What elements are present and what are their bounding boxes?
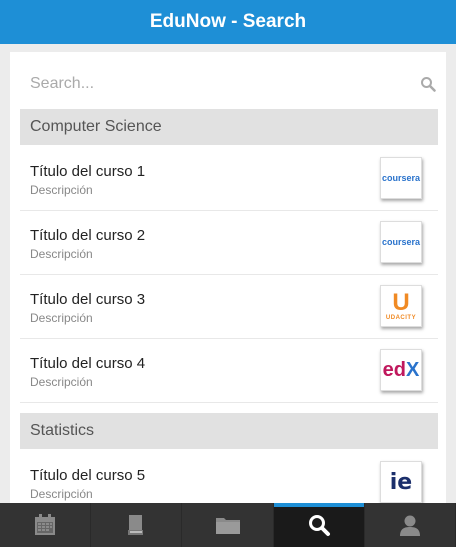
section-header-computer-science: Computer Science bbox=[20, 109, 438, 145]
list-item[interactable]: Título del curso 2 Descripción coursera bbox=[20, 211, 438, 275]
title-bar: EduNow - Search bbox=[0, 0, 456, 44]
tab-folders[interactable] bbox=[182, 503, 274, 547]
ie-logo: ie bbox=[380, 461, 422, 503]
search-input[interactable] bbox=[20, 66, 436, 102]
bottom-tab-bar bbox=[0, 503, 456, 547]
results-panel: Computer Science Título del curso 1 Desc… bbox=[10, 52, 446, 503]
course-description: Descripción bbox=[30, 487, 93, 501]
list-item[interactable]: Título del curso 3 Descripción U UDACITY bbox=[20, 275, 438, 339]
course-title: Título del curso 5 bbox=[30, 467, 146, 484]
list-item[interactable]: Título del curso 5 Descripción ie bbox=[20, 451, 438, 503]
main-content[interactable]: Computer Science Título del curso 1 Desc… bbox=[0, 44, 456, 503]
list-item[interactable]: Título del curso 4 Descripción edX bbox=[20, 339, 438, 403]
coursera-logo: coursera bbox=[380, 157, 422, 199]
search-icon[interactable] bbox=[420, 76, 436, 92]
course-description: Descripción bbox=[30, 311, 93, 325]
course-description: Descripción bbox=[30, 247, 93, 261]
course-title: Título del curso 4 bbox=[30, 355, 146, 372]
coursera-logo: coursera bbox=[380, 221, 422, 263]
course-title: Título del curso 1 bbox=[30, 163, 146, 180]
tab-search[interactable] bbox=[273, 503, 365, 547]
section-label: Computer Science bbox=[30, 118, 162, 135]
search-icon bbox=[308, 515, 330, 536]
course-description: Descripción bbox=[30, 375, 93, 389]
course-title: Título del curso 3 bbox=[30, 291, 146, 308]
tab-courses[interactable] bbox=[91, 503, 183, 547]
course-title: Título del curso 2 bbox=[30, 227, 146, 244]
tab-profile[interactable] bbox=[365, 503, 456, 547]
edx-logo: edX bbox=[380, 349, 422, 391]
section-header-statistics: Statistics bbox=[20, 413, 438, 449]
page-title: EduNow - Search bbox=[149, 11, 307, 32]
folder-icon bbox=[215, 518, 240, 534]
course-description: Descripción bbox=[30, 183, 93, 197]
section-label: Statistics bbox=[30, 422, 95, 439]
calendar-icon bbox=[35, 514, 56, 535]
user-icon bbox=[399, 515, 420, 536]
tab-calendar[interactable] bbox=[0, 503, 92, 547]
list-item[interactable]: Título del curso 1 Descripción coursera bbox=[20, 147, 438, 211]
search-bar bbox=[20, 66, 436, 102]
book-icon bbox=[128, 515, 144, 535]
udacity-logo: U UDACITY bbox=[380, 285, 422, 327]
